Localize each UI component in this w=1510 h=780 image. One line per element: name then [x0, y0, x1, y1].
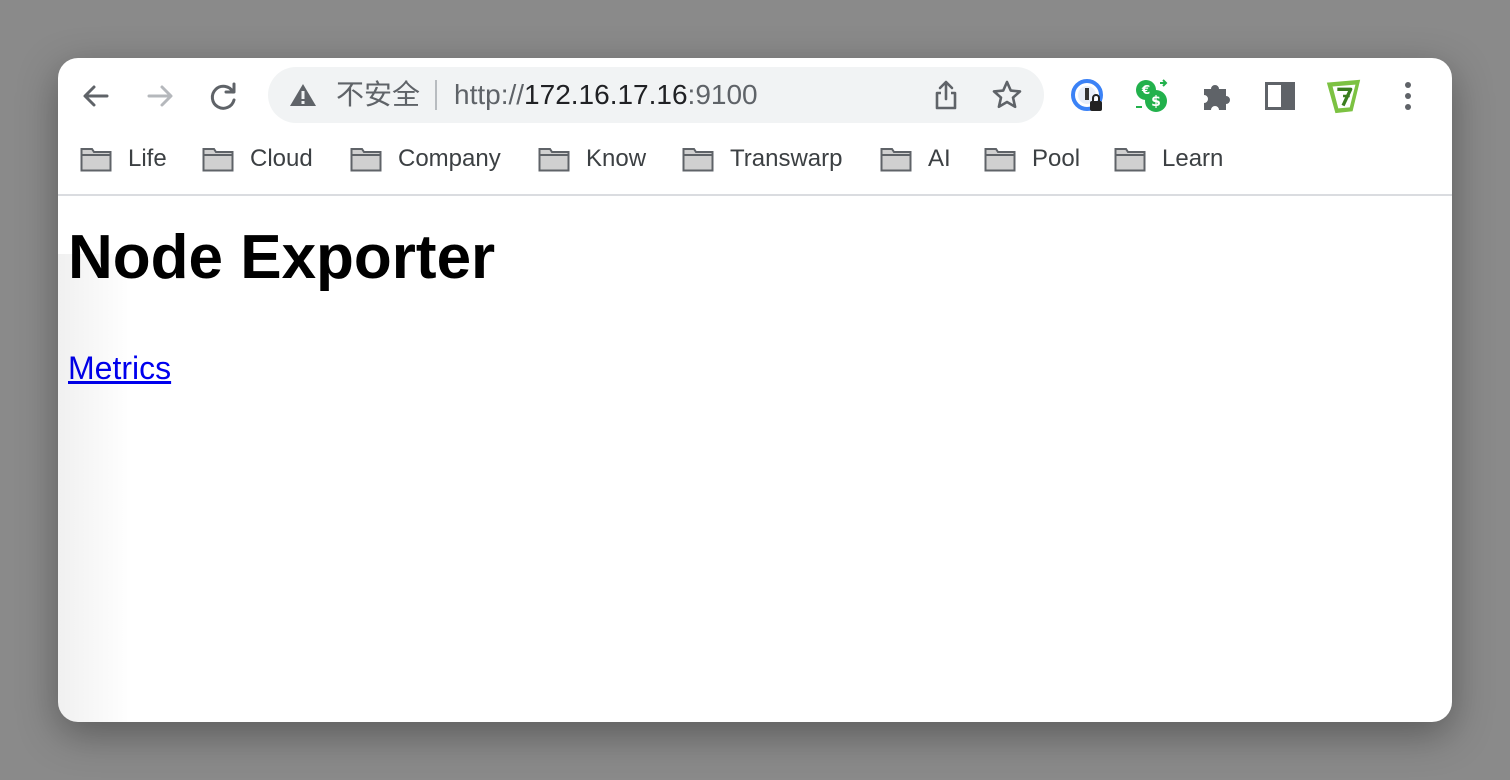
bookmark-label: Transwarp	[730, 145, 843, 172]
folder-icon	[1114, 146, 1148, 172]
folder-icon	[202, 146, 236, 172]
more-vert-icon[interactable]	[1388, 76, 1428, 116]
url-host: 172.16.17.16	[524, 79, 688, 110]
puzzle-icon[interactable]	[1196, 76, 1236, 116]
folder-icon	[350, 146, 384, 172]
password-lock-icon[interactable]	[1068, 76, 1108, 116]
side-panel-icon[interactable]	[1260, 76, 1300, 116]
browser-window: 不安全 http://172.16.17.16:9100 € $ Life Cl…	[58, 58, 1452, 722]
bookmark-label: Know	[586, 145, 647, 172]
folder-icon	[880, 146, 914, 172]
currency-converter-icon[interactable]: € $	[1132, 76, 1172, 116]
bookmark-folder-life[interactable]: Life	[80, 140, 167, 178]
bookmark-label: Learn	[1162, 145, 1224, 172]
bookmarks-bar: Life Cloud Company Know Transwarp AI Poo…	[58, 130, 1452, 194]
folder-icon	[984, 146, 1018, 172]
reload-icon	[210, 82, 236, 110]
bookmark-folder-cloud[interactable]: Cloud	[202, 140, 313, 178]
address-bar[interactable]: 不安全 http://172.16.17.16:9100	[268, 67, 1044, 123]
bookmark-label: AI	[928, 145, 951, 172]
bookmark-folder-pool[interactable]: Pool	[984, 140, 1080, 178]
reload-button[interactable]	[204, 76, 244, 116]
share-icon[interactable]	[930, 79, 962, 111]
url-port: :9100	[687, 79, 758, 110]
bookmark-label: Cloud	[250, 145, 313, 172]
bookmark-folder-learn[interactable]: Learn	[1114, 140, 1223, 178]
back-button[interactable]	[76, 76, 116, 116]
bookmark-label: Company	[398, 145, 501, 172]
url-text[interactable]: http://172.16.17.16:9100	[454, 80, 758, 110]
security-status-label[interactable]: 不安全	[336, 80, 420, 110]
bookmark-folder-company[interactable]: Company	[350, 140, 501, 178]
address-bar-separator	[435, 80, 437, 110]
url-scheme: http://	[454, 79, 525, 110]
arrow-left-icon	[83, 85, 109, 107]
folder-icon	[538, 146, 572, 172]
bookmark-folder-ai[interactable]: AI	[880, 140, 951, 178]
bookmark-folder-transwarp[interactable]: Transwarp	[682, 140, 842, 178]
bookmark-folder-know[interactable]: Know	[538, 140, 646, 178]
forward-button[interactable]	[140, 76, 180, 116]
bookmark-label: Life	[128, 145, 167, 172]
page-title: Node Exporter	[68, 223, 496, 292]
bookmark-star-icon[interactable]	[990, 78, 1024, 112]
svg-text:$: $	[1151, 94, 1161, 110]
profile-badge-icon[interactable]	[1324, 76, 1364, 116]
warning-icon[interactable]	[288, 81, 318, 109]
bookmark-label: Pool	[1032, 145, 1081, 172]
svg-text:€: €	[1141, 83, 1150, 97]
arrow-right-icon	[147, 85, 173, 107]
folder-icon	[80, 146, 114, 172]
browser-toolbar: 不安全 http://172.16.17.16:9100 € $	[58, 58, 1452, 130]
metrics-link[interactable]: Metrics	[68, 350, 171, 386]
folder-icon	[682, 146, 716, 172]
page-content: Node Exporter Metrics	[58, 196, 1452, 722]
